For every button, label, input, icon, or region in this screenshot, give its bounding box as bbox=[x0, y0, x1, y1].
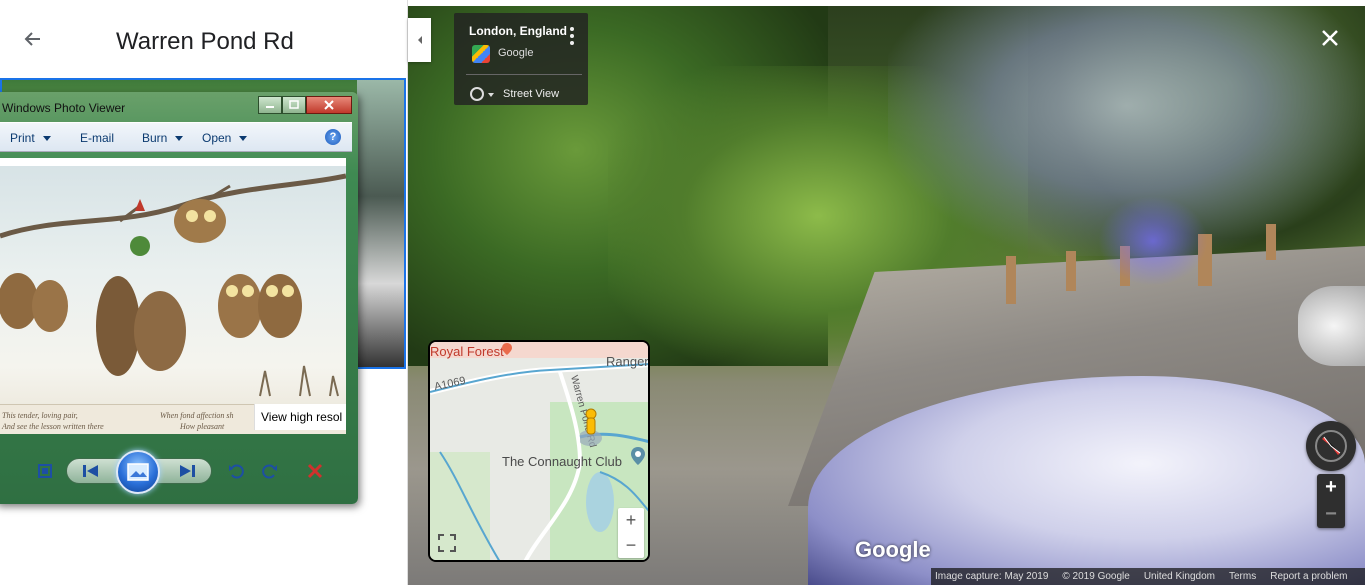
close-icon bbox=[324, 100, 334, 110]
rotate-left-icon bbox=[229, 464, 244, 479]
history-icon[interactable] bbox=[470, 87, 484, 101]
photo-viewer-toolbar bbox=[0, 450, 344, 494]
lens-flare bbox=[1098, 196, 1208, 286]
caption-line-1: This tender, loving pair, bbox=[2, 411, 78, 420]
actual-size-button[interactable] bbox=[34, 460, 56, 482]
location-info-card: London, England Google Street View bbox=[454, 13, 588, 105]
place-title: Warren Pond Rd bbox=[116, 28, 294, 55]
place-panel: Warren Pond Rd Windows Photo Viewer Prin… bbox=[0, 0, 408, 585]
minimize-icon bbox=[266, 106, 274, 108]
more-vert-icon-dot bbox=[570, 34, 574, 38]
terms-link[interactable]: Terms bbox=[1229, 571, 1256, 582]
help-button[interactable]: ? bbox=[325, 129, 341, 145]
minimap-zoom-in-button[interactable]: + bbox=[618, 508, 644, 533]
minimap[interactable]: Royal Forest Ranger A1069 Warren Pond Rd… bbox=[428, 340, 650, 562]
restaurant-icon bbox=[502, 343, 512, 355]
report-problem-link[interactable]: Report a problem bbox=[1270, 571, 1347, 582]
chevron-down-icon bbox=[175, 136, 184, 142]
zoom-out-button[interactable]: − bbox=[1317, 501, 1345, 528]
delete-icon bbox=[307, 463, 323, 479]
menu-burn-label: Burn bbox=[142, 131, 168, 145]
caption-line-4: How pleasant bbox=[180, 422, 225, 431]
fullscreen-icon bbox=[438, 534, 456, 552]
actual-size-icon bbox=[38, 464, 52, 478]
region-link[interactable]: United Kingdom bbox=[1144, 571, 1215, 582]
chevron-down-icon bbox=[239, 136, 248, 142]
rotate-left-button[interactable] bbox=[225, 460, 247, 482]
pegman-icon bbox=[578, 408, 610, 453]
window-close-button[interactable] bbox=[306, 96, 352, 114]
scenery-post bbox=[1006, 256, 1016, 304]
location-title: London, England bbox=[469, 24, 567, 38]
attribution-bar: Image capture: May 2019 © 2019 Google Un… bbox=[931, 568, 1365, 585]
slideshow-icon bbox=[127, 463, 149, 481]
photo-background bbox=[357, 80, 404, 367]
menu-open-label: Open bbox=[202, 131, 232, 145]
menu-open[interactable]: Open bbox=[202, 131, 248, 145]
expand-map-button[interactable] bbox=[436, 532, 458, 554]
maximize-button[interactable] bbox=[282, 96, 306, 114]
scenery-car-right bbox=[1298, 286, 1365, 366]
chevron-left-icon bbox=[417, 36, 422, 44]
next-button[interactable] bbox=[176, 460, 198, 482]
photo-viewer-image: This tender, loving pair, When fond affe… bbox=[0, 158, 346, 434]
google-maps-icon bbox=[472, 45, 490, 63]
photo-viewer-window: Windows Photo Viewer Print E-mail Burn O… bbox=[0, 92, 358, 504]
chevron-down-icon bbox=[42, 136, 51, 142]
scenery-post bbox=[1266, 224, 1276, 260]
photo-viewer-menubar: Print E-mail Burn Open ? bbox=[0, 122, 352, 152]
collapse-panel-button[interactable] bbox=[408, 18, 431, 62]
divider bbox=[466, 74, 582, 75]
more-vert-icon bbox=[570, 27, 574, 31]
photo-viewer-title: Windows Photo Viewer bbox=[2, 101, 126, 115]
caption-line-2: When fond affection sh bbox=[160, 411, 234, 420]
google-logo: Google bbox=[855, 537, 931, 562]
menu-print[interactable]: Print bbox=[10, 131, 51, 145]
minimap-zoom-controls: + − bbox=[618, 508, 644, 558]
slideshow-button[interactable] bbox=[116, 450, 160, 494]
previous-button[interactable] bbox=[80, 460, 102, 482]
owls-illustration bbox=[0, 173, 346, 397]
previous-icon bbox=[83, 465, 98, 477]
image-capture-date: Image capture: May 2019 bbox=[935, 571, 1049, 582]
copyright: © 2019 Google bbox=[1062, 571, 1130, 582]
street-view-mode-label: Street View bbox=[503, 88, 560, 100]
window-controls bbox=[258, 96, 352, 114]
menu-burn[interactable]: Burn bbox=[142, 131, 184, 145]
delete-button[interactable] bbox=[304, 460, 326, 482]
scenery-post bbox=[1066, 251, 1076, 291]
arrow-left-icon bbox=[24, 32, 40, 46]
next-icon bbox=[180, 465, 195, 477]
caption-line-3: And see the lesson written there bbox=[2, 422, 104, 431]
provider-label: Google bbox=[498, 47, 534, 59]
more-vert-icon-dot bbox=[570, 41, 574, 45]
minimize-button[interactable] bbox=[258, 96, 282, 114]
app-root: Warren Pond Rd Windows Photo Viewer Prin… bbox=[0, 0, 1365, 585]
menu-email[interactable]: E-mail bbox=[80, 131, 114, 145]
rotate-right-icon bbox=[262, 464, 277, 479]
rotate-right-button[interactable] bbox=[259, 460, 281, 482]
menu-email-label: E-mail bbox=[80, 131, 115, 145]
map-label-forest: Royal Forest bbox=[430, 344, 504, 359]
menu-print-label: Print bbox=[10, 131, 35, 145]
postcard-image: This tender, loving pair, When fond affe… bbox=[0, 166, 346, 434]
place-pin-icon bbox=[631, 447, 645, 465]
more-options-button[interactable] bbox=[568, 27, 576, 45]
compass-icon bbox=[1315, 430, 1347, 462]
zoom-in-button[interactable]: + bbox=[1317, 474, 1345, 501]
map-label-ranger: Ranger bbox=[606, 354, 649, 369]
compass-button[interactable] bbox=[1306, 421, 1356, 471]
close-icon bbox=[1322, 30, 1338, 46]
close-street-view-button[interactable] bbox=[1318, 26, 1342, 50]
minimap-zoom-out-button[interactable]: − bbox=[618, 533, 644, 558]
map-label-club: The Connaught Club bbox=[502, 454, 622, 469]
zoom-controls: + − bbox=[1317, 474, 1345, 528]
chevron-down-icon[interactable] bbox=[488, 93, 494, 97]
back-button[interactable] bbox=[18, 24, 48, 54]
view-high-res-button[interactable]: View high resol bbox=[254, 404, 346, 430]
maximize-icon bbox=[289, 100, 299, 109]
